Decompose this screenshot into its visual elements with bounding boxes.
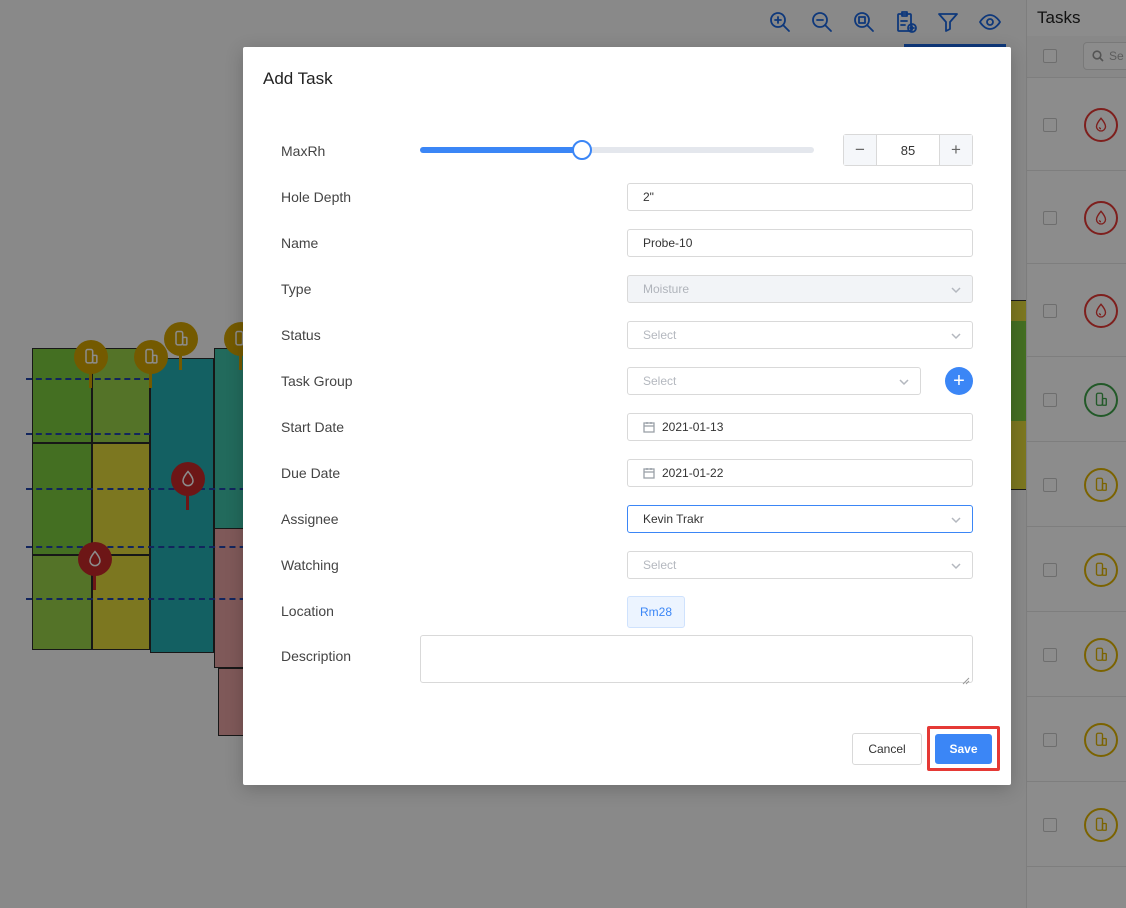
due-date-row: Due Date 2021-01-22 [243,458,1011,488]
task-group-placeholder: Select [643,374,677,388]
watching-select[interactable]: Select [627,551,973,579]
task-group-row: Task Group Select [243,366,1011,396]
type-label: Type [281,281,312,297]
type-value: Moisture [643,282,690,296]
increment-button[interactable]: + [939,135,972,165]
resize-grip-icon[interactable] [962,672,970,685]
maxrh-label: MaxRh [281,143,326,159]
maxrh-stepper[interactable]: − 85 + [843,134,973,166]
status-select[interactable]: Select [627,321,973,349]
slider-thumb[interactable] [571,140,592,160]
hole-depth-row: Hole Depth 2" [243,182,1011,212]
watching-label: Watching [281,557,339,573]
type-select: Moisture [627,275,973,303]
chevron-down-icon [950,560,962,572]
slider-fill [420,147,582,153]
cancel-button[interactable]: Cancel [852,733,922,765]
hole-depth-label: Hole Depth [281,189,352,205]
chevron-down-icon [898,376,910,388]
add-task-group-button[interactable]: + [945,367,973,395]
name-input[interactable]: Probe-10 [627,229,973,257]
status-row: Status Select [243,320,1011,350]
description-textarea[interactable] [420,635,973,685]
maxrh-slider[interactable] [420,140,814,160]
name-row: Name Probe-10 [243,228,1011,258]
start-date-row: Start Date 2021-01-13 [243,412,1011,442]
due-date-input[interactable]: 2021-01-22 [627,459,973,487]
location-label: Location [281,603,334,619]
chevron-down-icon [950,330,962,342]
watching-row: Watching Select [243,550,1011,580]
description-label: Description [281,648,352,664]
task-group-label: Task Group [281,373,353,389]
decrement-button[interactable]: − [844,135,877,165]
start-date-label: Start Date [281,419,345,435]
task-group-select[interactable]: Select [627,367,921,395]
dialog-title: Add Task [263,69,333,88]
hole-depth-input[interactable]: 2" [627,183,973,211]
start-date-value: 2021-01-13 [662,420,724,434]
assignee-row: Assignee Kevin Trakr [243,504,1011,534]
status-placeholder: Select [643,328,677,342]
name-label: Name [281,235,319,251]
chevron-down-icon [950,284,962,296]
location-tag[interactable]: Rm28 [627,596,686,628]
start-date-input[interactable]: 2021-01-13 [627,413,973,441]
status-label: Status [281,327,321,343]
assignee-value: Kevin Trakr [643,512,704,526]
assignee-select[interactable]: Kevin Trakr [627,505,973,533]
type-row: Type Moisture [243,274,1011,304]
add-task-dialog: Add Task MaxRh − 85 + Hole Depth 2" Name… [243,47,1011,785]
chevron-down-icon [950,514,962,526]
calendar-icon [643,421,655,433]
save-button[interactable]: Save [935,734,992,764]
due-date-label: Due Date [281,465,341,481]
due-date-value: 2021-01-22 [662,466,724,480]
calendar-icon [643,467,655,479]
assignee-label: Assignee [281,511,339,527]
maxrh-value[interactable]: 85 [877,135,939,165]
watching-placeholder: Select [643,558,677,572]
